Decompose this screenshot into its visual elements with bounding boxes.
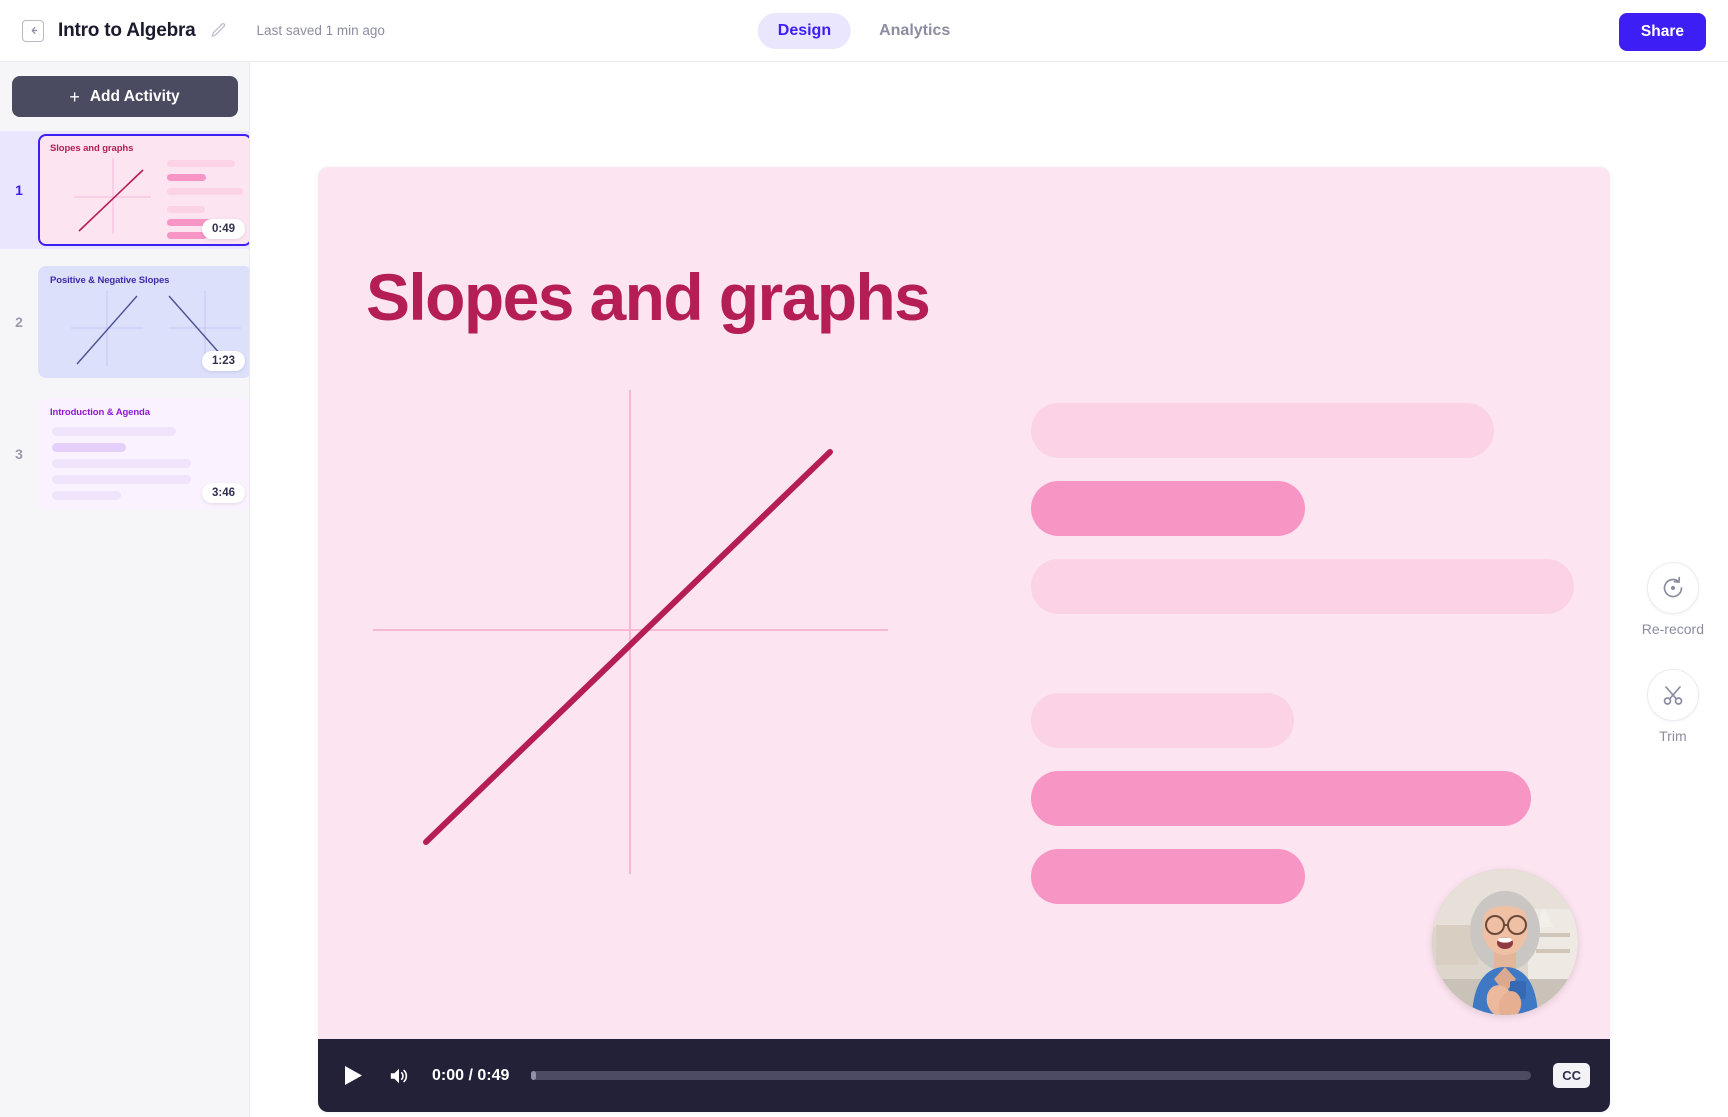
- thumbnail-bar: [167, 232, 207, 239]
- progress-fill: [531, 1071, 537, 1080]
- activity-thumbnail[interactable]: Slopes and graphs 0:49: [38, 134, 249, 246]
- tab-design[interactable]: Design: [757, 12, 852, 49]
- thumbnail-bar: [52, 491, 121, 500]
- header-left-group: Intro to Algebra Last saved 1 min ago: [0, 19, 385, 42]
- thumbnail-bar: [167, 174, 206, 181]
- re-record-button[interactable]: Re-record: [1642, 562, 1704, 637]
- cc-button[interactable]: CC: [1553, 1063, 1590, 1088]
- activity-thumbnail-title: Introduction & Agenda: [50, 407, 150, 418]
- slide-content-bar: [1031, 559, 1574, 614]
- sidebar-item-activity-3[interactable]: 3 Introduction & Agenda 3:46: [0, 395, 249, 513]
- activity-duration-badge: 3:46: [201, 483, 245, 503]
- app-header: Intro to Algebra Last saved 1 min ago De…: [0, 0, 1728, 62]
- thumbnail-bar: [167, 206, 205, 213]
- play-icon[interactable]: [338, 1061, 368, 1091]
- slide-canvas[interactable]: Slopes and graphs: [318, 167, 1610, 1039]
- activity-thumbnail[interactable]: Introduction & Agenda 3:46: [38, 398, 249, 510]
- collapse-sidebar-icon[interactable]: [22, 19, 44, 42]
- activity-thumbnail[interactable]: Positive & Negative Slopes 1:23: [38, 266, 249, 378]
- thumbnail-bar: [52, 475, 191, 484]
- add-activity-button[interactable]: + Add Activity: [11, 76, 238, 117]
- trim-button[interactable]: Trim: [1646, 669, 1699, 744]
- slide-tools: Re-record Trim: [1642, 562, 1704, 744]
- re-record-label: Re-record: [1641, 621, 1704, 637]
- slide-content-bar: [1031, 771, 1531, 826]
- saved-status: Last saved 1 min ago: [256, 23, 385, 38]
- add-activity-label: Add Activity: [89, 87, 180, 105]
- avatar[interactable]: [1432, 869, 1578, 1015]
- trim-label: Trim: [1659, 728, 1687, 744]
- video-player-controls: 0:00 / 0:49 CC: [318, 1039, 1610, 1112]
- header-tabs: Design Analytics: [757, 12, 970, 49]
- volume-icon[interactable]: [384, 1061, 414, 1091]
- slide-content-bar: [1031, 403, 1494, 458]
- progress-scrubber[interactable]: [531, 1071, 1532, 1080]
- activity-number: 3: [15, 446, 23, 462]
- thumbnail-bar: [167, 188, 243, 195]
- slide-content-bar: [1031, 481, 1305, 536]
- thumbnail-bar: [52, 427, 176, 436]
- tab-analytics[interactable]: Analytics: [859, 13, 970, 49]
- re-record-icon: [1646, 562, 1699, 614]
- slide-content-bar: [1031, 693, 1294, 748]
- slide-preview: Slopes and graphs 0:00 / 0:49 CC: [318, 167, 1610, 1112]
- activity-number: 1: [15, 182, 23, 198]
- thumbnail-bar: [52, 443, 126, 452]
- activity-duration-badge: 0:49: [201, 219, 245, 239]
- activities-sidebar: + Add Activity 1 Slopes and graphs 0:49 …: [0, 62, 250, 1117]
- slide-title: Slopes and graphs: [366, 260, 931, 334]
- activity-number: 2: [15, 314, 23, 330]
- pencil-icon[interactable]: [210, 22, 227, 39]
- thumbnail-bar: [52, 459, 191, 468]
- player-time-display: 0:00 / 0:49: [432, 1066, 510, 1084]
- plus-icon: +: [69, 86, 80, 107]
- page-title: Intro to Algebra: [58, 19, 196, 41]
- activity-duration-badge: 1:23: [201, 351, 245, 371]
- slide-graph: [373, 390, 888, 874]
- sidebar-item-activity-2[interactable]: 2 Positive & Negative Slopes 1:23: [0, 263, 249, 381]
- scissors-icon: [1646, 669, 1699, 721]
- thumbnail-bar: [167, 160, 235, 167]
- slide-content-bar: [1031, 849, 1305, 904]
- sidebar-item-activity-1[interactable]: 1 Slopes and graphs 0:49: [0, 131, 249, 249]
- share-button[interactable]: Share: [1618, 13, 1706, 51]
- editor-stage: Slopes and graphs 0:00 / 0:49 CC Re-reco…: [250, 62, 1728, 1117]
